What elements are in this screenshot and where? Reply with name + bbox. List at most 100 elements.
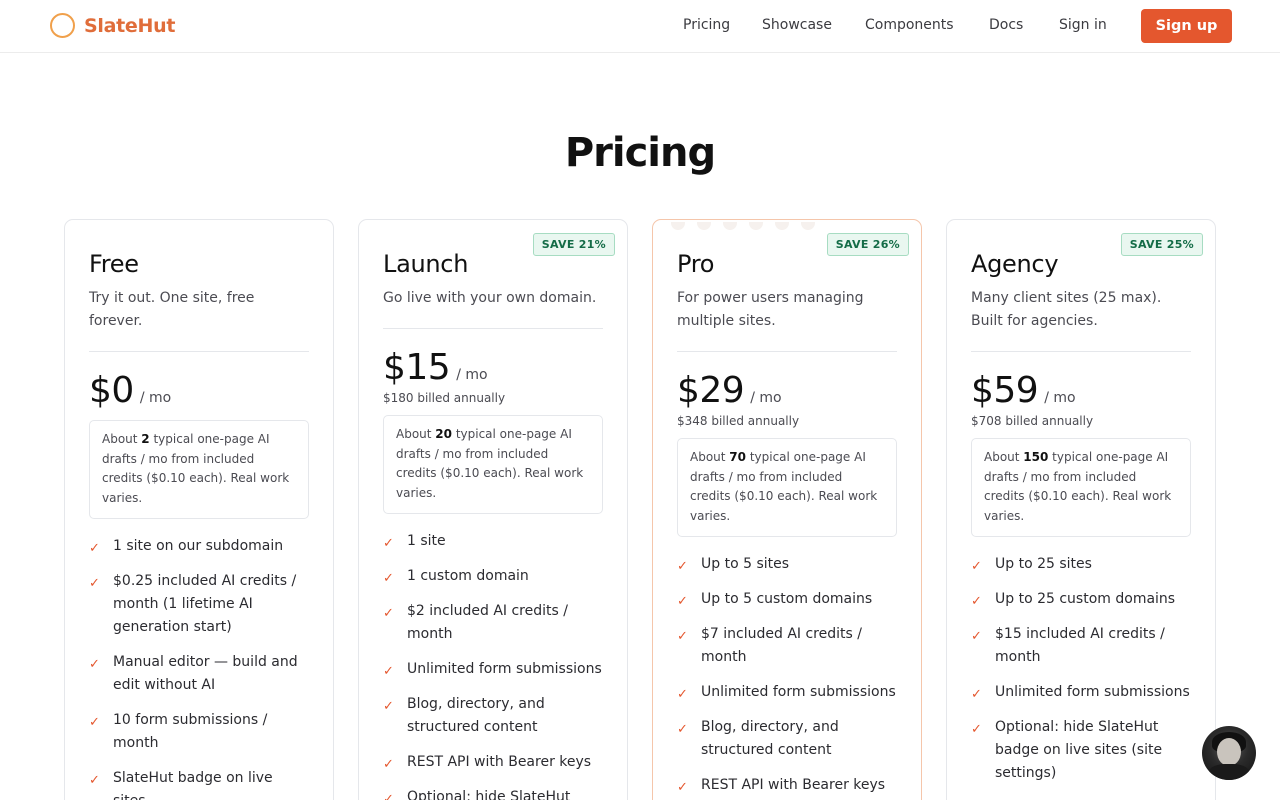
credits-prefix: About: [102, 432, 142, 446]
feature-item: ✓ Optional: hide SlateHut badge on live s…: [971, 716, 1191, 785]
feature-list: ✓ 1 site on our subdomain ✓ $0.25 included …: [89, 535, 309, 800]
feature-text: Up to 25 custom domains: [995, 591, 1176, 607]
divider: [677, 351, 897, 352]
feature-list: ✓ Up to 5 sites ✓ Up to 5 custom domains ✓ $7…: [677, 553, 897, 797]
credits-prefix: About: [984, 450, 1024, 464]
billed-spacer: [89, 411, 309, 414]
plan-name: Free: [89, 250, 139, 278]
check-icon: ✓: [971, 687, 982, 702]
card-decoration: [671, 222, 821, 232]
plan-description: Many client sites (25 max). Built for ag…: [971, 290, 1162, 329]
credits-count: 70: [729, 450, 746, 464]
feature-item: ✓ Up to 25 custom domains: [971, 588, 1191, 611]
feature-list: ✓ 1 site ✓ 1 custom domain ✓ $2 included AI c…: [383, 530, 603, 800]
feature-item: ✓ Up to 5 sites: [677, 553, 897, 576]
brand-logo-link[interactable]: SlateHut: [50, 13, 175, 38]
nav-link-pricing[interactable]: Pricing: [683, 17, 730, 33]
chat-support-avatar[interactable]: [1202, 726, 1256, 780]
feature-text: 1 custom domain: [407, 568, 529, 584]
check-icon: ✓: [383, 699, 394, 714]
price-row: $29 / mo: [677, 370, 897, 411]
credits-count: 20: [435, 427, 452, 441]
billed-annually-note: $708 billed annually: [971, 414, 1094, 428]
feature-text: $0.25 included AI credits / month (1 lif…: [113, 573, 297, 635]
feature-text: 1 site on our subdomain: [113, 538, 284, 554]
feature-item: ✓ Up to 25 sites: [971, 553, 1191, 576]
nav-link-components[interactable]: Components: [865, 17, 954, 33]
check-icon: ✓: [677, 687, 688, 702]
check-icon: ✓: [677, 559, 688, 574]
check-icon: ✓: [383, 536, 394, 551]
feature-item: ✓ 1 site: [383, 530, 603, 553]
feature-text: Unlimited form submissions: [995, 684, 1190, 700]
feature-text: Up to 5 custom domains: [701, 591, 873, 607]
feature-text: REST API with Bearer keys: [701, 777, 886, 793]
feature-text: Up to 25 sites: [995, 556, 1092, 572]
feature-item: ✓ Unlimited form submissions: [383, 658, 603, 681]
feature-item: ✓ Manual editor — build and edit without …: [89, 651, 309, 697]
check-icon: ✓: [383, 571, 394, 586]
divider: [89, 351, 309, 352]
feature-text: SlateHut badge on live sites: [113, 770, 273, 800]
check-icon: ✓: [383, 757, 394, 772]
feature-item: ✓ $7 included AI credits / month: [677, 623, 897, 669]
save-badge: SAVE 26%: [826, 233, 909, 256]
ai-credits-note: About 150 typical one-page AI drafts / m…: [971, 438, 1191, 537]
check-icon: ✓: [971, 559, 982, 574]
nav-link-showcase[interactable]: Showcase: [762, 17, 832, 33]
billed-annually-note: $348 billed annually: [677, 414, 800, 428]
nav-link-docs[interactable]: Docs: [989, 17, 1023, 33]
divider: [971, 351, 1191, 352]
feature-text: Unlimited form submissions: [701, 684, 896, 700]
feature-text: $2 included AI credits / month: [407, 603, 568, 642]
save-badge: SAVE 25%: [1120, 233, 1203, 256]
check-icon: ✓: [383, 792, 394, 800]
price-period: / mo: [1044, 390, 1076, 406]
plan-price: $15: [383, 347, 451, 388]
credits-prefix: About: [396, 427, 436, 441]
feature-item: ✓ Unlimited form submissions: [677, 681, 897, 704]
pricing-card-agency: SAVE 25% Agency Many client sites (25 max)…: [946, 219, 1216, 800]
feature-item: ✓ REST API with Bearer keys: [677, 774, 897, 797]
price-period: / mo: [750, 390, 782, 406]
feature-item: ✓ Blog, directory, and structured content: [383, 693, 603, 739]
feature-item: ✓ 1 site on our subdomain: [89, 535, 309, 558]
price-period: / mo: [456, 367, 488, 383]
feature-item: ✓ $2 included AI credits / month: [383, 600, 603, 646]
feature-text: Blog, directory, and structured content: [407, 696, 545, 735]
sign-up-button[interactable]: Sign up: [1141, 9, 1232, 43]
check-icon: ✓: [89, 541, 100, 556]
feature-item: ✓ $15 included AI credits / month: [971, 623, 1191, 669]
price-row: $15 / mo: [383, 347, 603, 388]
divider: [383, 328, 603, 329]
feature-item: ✓ REST API with Bearer keys: [383, 751, 603, 774]
feature-text: $15 included AI credits / month: [995, 626, 1165, 665]
billed-annually-note: $180 billed annually: [383, 391, 506, 405]
pricing-card-pro: SAVE 26% Pro For power users managing mult…: [652, 219, 922, 800]
plan-description: For power users managing multiple sites.: [677, 290, 864, 329]
avatar-body: [1208, 764, 1250, 780]
top-navigation-bar: SlateHut Pricing Showcase Components Doc…: [0, 0, 1280, 53]
feature-text: $7 included AI credits / month: [701, 626, 862, 665]
ai-credits-note: About 2 typical one-page AI drafts / mo …: [89, 420, 309, 519]
price-row: $0 / mo: [89, 370, 309, 411]
feature-text: Up to 5 sites: [701, 556, 790, 572]
feature-text: Blog, directory, and structured content: [701, 719, 839, 758]
credits-count: 2: [141, 432, 150, 446]
feature-item: ✓ SlateHut badge on live sites: [89, 767, 309, 800]
feature-item: ✓ Optional: hide SlateHut: [383, 786, 603, 800]
check-icon: ✓: [89, 657, 100, 672]
feature-text: Unlimited form submissions: [407, 661, 602, 677]
page-title: Pricing: [564, 130, 716, 176]
feature-item: ✓ Up to 5 custom domains: [677, 588, 897, 611]
pricing-card-free: Free Try it out. One site, free forever. $…: [64, 219, 334, 800]
plan-description: Try it out. One site, free forever.: [89, 290, 255, 329]
save-badge: SAVE 21%: [532, 233, 615, 256]
nav-link-sign-in[interactable]: Sign in: [1059, 17, 1107, 33]
check-icon: ✓: [677, 780, 688, 795]
feature-text: REST API with Bearer keys: [407, 754, 592, 770]
check-icon: ✓: [971, 629, 982, 644]
check-icon: ✓: [677, 594, 688, 609]
logo-ring-icon: [50, 13, 75, 38]
credits-count: 150: [1023, 450, 1049, 464]
